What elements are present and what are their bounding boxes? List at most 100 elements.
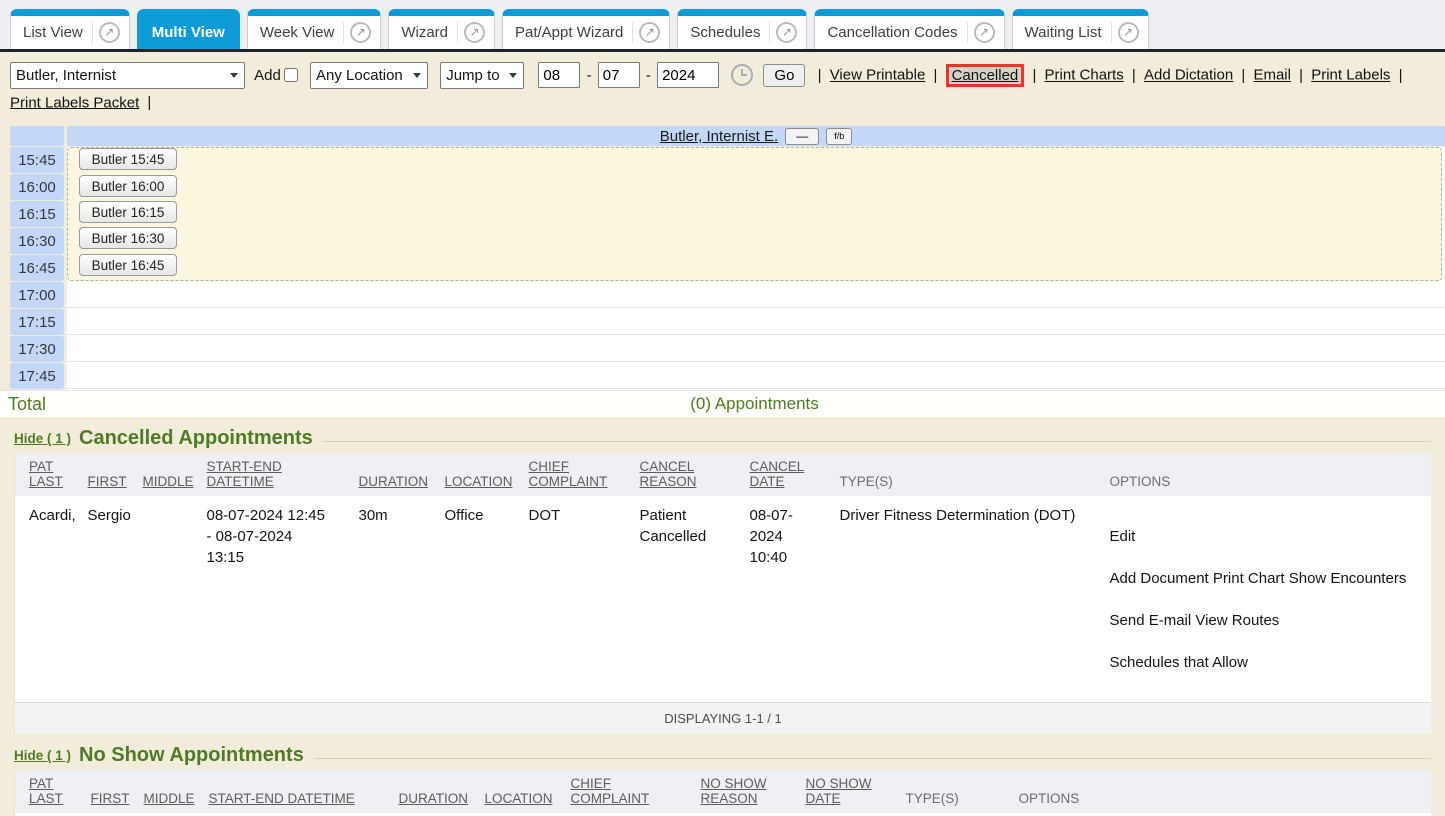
provider-header-link[interactable]: Butler, Internist E. xyxy=(660,128,778,145)
table-header-row: PAT LAST FIRST MIDDLE START-END DATETIME… xyxy=(15,453,1432,496)
slot-button-1615[interactable]: Butler 16:15 xyxy=(79,201,177,223)
tab-bar: List View ↗ Multi View Week View ↗ Wizar… xyxy=(0,0,1445,52)
dropdown-caret-icon xyxy=(509,73,517,78)
tab-label: Multi View xyxy=(152,24,225,41)
date-month-input[interactable] xyxy=(538,62,580,88)
tab-week-view[interactable]: Week View ↗ xyxy=(247,9,381,49)
provider-select-value: Butler, Internist xyxy=(16,62,116,89)
cancelled-appointments-table: PAT LAST FIRST MIDDLE START-END DATETIME… xyxy=(14,453,1431,734)
arrow-up-right-icon: ↗ xyxy=(639,22,660,43)
table-header-row: PAT LAST FIRST MIDDLE START-END DATETIME… xyxy=(15,770,1432,813)
open-new-window-button[interactable]: ↗ xyxy=(343,22,377,43)
provider-select[interactable]: Butler, Internist xyxy=(10,62,245,89)
hide-cancelled-link[interactable]: Hide ( 1 ) xyxy=(14,431,71,446)
open-new-window-button[interactable]: ↗ xyxy=(92,22,126,43)
section-rule xyxy=(323,441,1431,442)
total-appointments-count: (0) Appointments xyxy=(64,394,1445,414)
link-separator: | xyxy=(1132,67,1136,84)
open-new-window-button[interactable]: ↗ xyxy=(769,22,803,43)
add-dictation-link[interactable]: Add Dictation xyxy=(1144,67,1233,84)
open-new-window-button[interactable]: ↗ xyxy=(457,22,491,43)
tab-wizard[interactable]: Wizard ↗ xyxy=(388,9,495,49)
option-links-line[interactable]: Edit xyxy=(1110,526,1424,547)
col-cancel-reason[interactable]: CANCEL REASON xyxy=(640,453,750,496)
option-links-line[interactable]: Schedules that Allow xyxy=(1110,652,1424,673)
add-checkbox[interactable] xyxy=(284,68,298,82)
slot-button-1545[interactable]: Butler 15:45 xyxy=(79,148,177,170)
time-column-header xyxy=(10,126,64,146)
tab-label: Pat/Appt Wizard xyxy=(515,24,632,41)
col-chief-complaint[interactable]: CHIEF COMPLAINT xyxy=(571,770,701,813)
col-pat-last[interactable]: PAT LAST xyxy=(15,453,88,496)
cell-pat-last: Acardi, xyxy=(15,496,88,703)
col-pat-last[interactable]: PAT LAST xyxy=(15,770,91,813)
open-new-window-button[interactable]: ↗ xyxy=(632,22,666,43)
go-button[interactable]: Go xyxy=(763,64,805,87)
time-slot-label: 16:45 xyxy=(10,255,64,281)
col-cancel-date[interactable]: CANCEL DATE xyxy=(750,453,840,496)
jump-to-select[interactable]: Jump to xyxy=(440,62,524,89)
slot-button-1600[interactable]: Butler 16:00 xyxy=(79,175,177,197)
date-separator: - xyxy=(646,67,651,84)
cell-first: Sergio xyxy=(88,496,143,703)
location-select[interactable]: Any Location xyxy=(310,62,428,89)
col-location[interactable]: LOCATION xyxy=(485,770,571,813)
arrow-up-right-icon: ↗ xyxy=(1118,22,1139,43)
cell-duration: 30m xyxy=(359,496,445,703)
col-options: OPTIONS xyxy=(1019,770,1432,813)
tab-cancellation-codes[interactable]: Cancellation Codes ↗ xyxy=(814,9,1004,49)
tab-multi-view[interactable]: Multi View xyxy=(137,9,240,49)
cell-types: Driver Fitness Determination (DOT) xyxy=(840,496,1110,703)
cancelled-appointments-section: Hide ( 1 ) Cancelled Appointments PAT LA… xyxy=(14,427,1431,734)
col-first[interactable]: FIRST xyxy=(91,770,144,813)
schedule-provider-header: Butler, Internist E. — f/b xyxy=(67,126,1445,146)
col-chief-complaint[interactable]: CHIEF COMPLAINT xyxy=(529,453,640,496)
time-slot-label: 17:45 xyxy=(10,363,64,389)
arrow-up-right-icon: ↗ xyxy=(776,22,797,43)
front-back-button[interactable]: f/b xyxy=(826,128,852,145)
col-middle[interactable]: MIDDLE xyxy=(143,453,207,496)
col-first[interactable]: FIRST xyxy=(88,453,143,496)
open-new-window-button[interactable]: ↗ xyxy=(1111,22,1145,43)
print-charts-link[interactable]: Print Charts xyxy=(1045,67,1124,84)
print-labels-packet-link[interactable]: Print Labels Packet xyxy=(10,94,139,111)
clock-icon[interactable] xyxy=(731,64,753,86)
email-link[interactable]: Email xyxy=(1253,67,1291,84)
cell-location: Office xyxy=(445,496,529,703)
view-printable-link[interactable]: View Printable xyxy=(830,67,926,84)
date-year-input[interactable] xyxy=(657,62,719,88)
hide-noshow-link[interactable]: Hide ( 1 ) xyxy=(14,748,71,763)
cancelled-section-title: Cancelled Appointments xyxy=(79,427,313,450)
cancelled-link[interactable]: Cancelled xyxy=(946,64,1025,87)
slot-button-1630[interactable]: Butler 16:30 xyxy=(79,227,177,249)
link-separator: | xyxy=(933,67,937,84)
arrow-up-right-icon: ↗ xyxy=(464,22,485,43)
col-noshow-reason[interactable]: NO SHOW REASON xyxy=(701,770,806,813)
col-location[interactable]: LOCATION xyxy=(445,453,529,496)
col-duration[interactable]: DURATION xyxy=(359,453,445,496)
tab-pat-appt-wizard[interactable]: Pat/Appt Wizard ↗ xyxy=(502,9,670,49)
slot-button-1645[interactable]: Butler 16:45 xyxy=(79,254,177,276)
date-day-input[interactable] xyxy=(598,62,640,88)
tab-list-view[interactable]: List View ↗ xyxy=(10,9,130,49)
col-duration[interactable]: DURATION xyxy=(399,770,485,813)
time-column: 15:45 16:00 16:15 16:30 16:45 17:00 17:1… xyxy=(10,147,64,390)
col-middle[interactable]: MIDDLE xyxy=(144,770,209,813)
open-new-window-button[interactable]: ↗ xyxy=(967,22,1001,43)
collapse-column-button[interactable]: — xyxy=(785,128,819,145)
tab-schedules[interactable]: Schedules ↗ xyxy=(677,9,807,49)
noshow-appointments-table: PAT LAST FIRST MIDDLE START-END DATETIME… xyxy=(14,770,1431,816)
time-slot-label: 15:45 xyxy=(10,147,64,173)
col-noshow-date[interactable]: NO SHOW DATE xyxy=(806,770,906,813)
col-types: TYPE(S) xyxy=(840,453,1110,496)
col-start-end[interactable]: START-END DATETIME xyxy=(209,770,399,813)
tab-label: Schedules xyxy=(690,24,769,41)
arrow-up-right-icon: ↗ xyxy=(99,22,120,43)
option-links-line[interactable]: Send E-mail View Routes xyxy=(1110,610,1424,631)
tab-label: Week View xyxy=(260,24,343,41)
print-labels-link[interactable]: Print Labels xyxy=(1311,67,1390,84)
col-start-end[interactable]: START-END DATETIME xyxy=(207,453,359,496)
option-links-line[interactable]: Add Document Print Chart Show Encounters xyxy=(1110,568,1424,589)
grid-row-line xyxy=(67,335,1445,362)
tab-waiting-list[interactable]: Waiting List ↗ xyxy=(1012,9,1149,49)
